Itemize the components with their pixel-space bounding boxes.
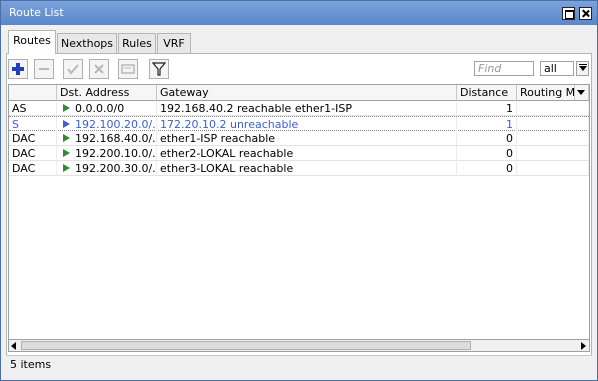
route-flag: DAC xyxy=(9,146,57,161)
tab-vrf[interactable]: VRF xyxy=(157,33,191,53)
cross-icon xyxy=(94,64,104,74)
title-bar[interactable]: Route List xyxy=(1,1,597,25)
route-gateway: ether1-ISP reachable xyxy=(157,131,457,146)
route-distance: 0 xyxy=(457,161,517,176)
route-dst: 0.0.0.0/0 xyxy=(57,101,157,116)
route-dst: 192.200.30.0/... xyxy=(57,161,157,176)
active-arrow-icon xyxy=(63,164,70,172)
route-gateway: 192.168.40.2 reachable ether1-ISP xyxy=(157,101,457,116)
column-header-gateway[interactable]: Gateway xyxy=(157,85,457,101)
table-row[interactable]: AS 0.0.0.0/0 192.168.40.2 reachable ethe… xyxy=(9,101,589,116)
route-distance: 0 xyxy=(457,131,517,146)
tab-routes[interactable]: Routes xyxy=(8,30,56,54)
check-icon xyxy=(67,64,79,75)
remove-button[interactable] xyxy=(34,59,54,79)
route-flag: AS xyxy=(9,101,57,116)
filter-button[interactable] xyxy=(149,59,169,79)
route-distance: 1 xyxy=(457,117,517,132)
route-routing-mark xyxy=(517,117,589,132)
route-distance: 1 xyxy=(457,101,517,116)
comment-icon xyxy=(121,64,135,74)
tab-rules[interactable]: Rules xyxy=(118,33,156,53)
comment-button[interactable] xyxy=(118,59,138,79)
filter-select[interactable]: all xyxy=(540,61,574,76)
route-dst: 192.168.40.0/... xyxy=(57,131,157,146)
route-gateway: ether3-LOKAL reachable xyxy=(157,161,457,176)
column-header-flags[interactable] xyxy=(9,85,57,101)
tab-nexthops[interactable]: Nexthops xyxy=(57,33,117,53)
filter-icon xyxy=(152,62,166,76)
route-routing-mark xyxy=(517,101,589,116)
maximize-icon[interactable] xyxy=(562,7,575,20)
status-bar: 5 items xyxy=(6,355,592,375)
route-dst: 192.100.20.0/... xyxy=(57,117,157,132)
disable-button[interactable] xyxy=(89,59,109,79)
route-routing-mark xyxy=(517,146,589,161)
route-flag: DAC xyxy=(9,161,57,176)
dropdown-icon[interactable] xyxy=(576,61,589,76)
scroll-right-icon[interactable] xyxy=(581,342,586,350)
horizontal-scrollbar[interactable] xyxy=(8,340,590,352)
active-arrow-icon xyxy=(63,104,70,112)
routes-table: Dst. Address Gateway Distance Routing Ma… xyxy=(8,84,590,340)
window-title: Route List xyxy=(9,6,64,19)
active-arrow-icon xyxy=(63,149,70,157)
table-row[interactable]: DAC 192.200.10.0/... ether2-LOKAL reacha… xyxy=(9,146,589,161)
table-row[interactable]: S 192.100.20.0/... 172.20.10.2 unreachab… xyxy=(9,116,589,132)
scrollbar-thumb[interactable] xyxy=(21,341,471,350)
route-dst: 192.200.10.0/... xyxy=(57,146,157,161)
column-header-routing-mark[interactable]: Routing Mar xyxy=(517,85,575,101)
route-gateway: 172.20.10.2 unreachable xyxy=(157,117,457,132)
column-header-dst-address[interactable]: Dst. Address xyxy=(57,85,157,101)
route-flag: S xyxy=(9,117,57,132)
active-arrow-icon xyxy=(63,134,70,142)
route-flag: DAC xyxy=(9,131,57,146)
find-input[interactable]: Find xyxy=(474,61,534,76)
route-distance: 0 xyxy=(457,146,517,161)
close-icon[interactable] xyxy=(579,7,592,20)
inactive-arrow-icon xyxy=(63,120,70,128)
scroll-left-icon[interactable] xyxy=(11,342,16,350)
route-routing-mark xyxy=(517,131,589,146)
plus-icon xyxy=(12,63,24,75)
route-routing-mark xyxy=(517,161,589,176)
column-menu-icon[interactable] xyxy=(575,85,589,101)
route-gateway: ether2-LOKAL reachable xyxy=(157,146,457,161)
table-row[interactable]: DAC 192.200.30.0/... ether3-LOKAL reacha… xyxy=(9,161,589,176)
minus-icon xyxy=(39,68,49,70)
column-header-distance[interactable]: Distance xyxy=(457,85,517,101)
table-row[interactable]: DAC 192.168.40.0/... ether1-ISP reachabl… xyxy=(9,131,589,146)
add-button[interactable] xyxy=(8,59,28,79)
enable-button[interactable] xyxy=(63,59,83,79)
